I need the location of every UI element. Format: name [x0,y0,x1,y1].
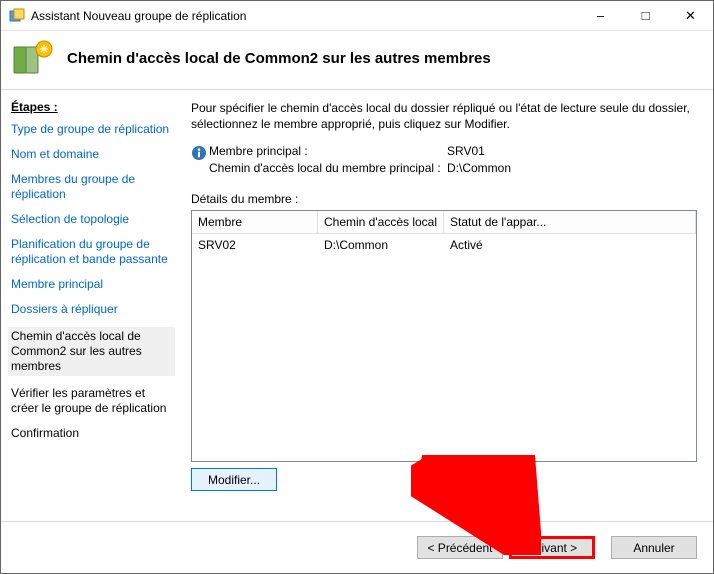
page-title: Chemin d'accès local de Common2 sur les … [67,50,491,67]
wizard-icon [11,37,53,79]
cell-membre: SRV02 [192,234,318,256]
next-button[interactable]: Suivant > [509,536,595,559]
minimize-button[interactable]: – [578,1,623,30]
main-panel: Pour spécifier le chemin d'accès local d… [183,90,713,521]
step-verifier: Vérifier les paramètres et créer le grou… [11,386,175,416]
window-title: Assistant Nouveau groupe de réplication [31,9,578,23]
table-row[interactable]: SRV02 D:\Common Activé [192,234,696,256]
details-label: Détails du membre : [191,192,697,206]
close-button[interactable]: ✕ [668,1,713,30]
step-dossiers[interactable]: Dossiers à répliquer [11,302,175,317]
col-membre[interactable]: Membre [192,211,318,234]
modifier-button[interactable]: Modifier... [191,468,277,491]
step-chemin-local[interactable]: Chemin d'accès local de Common2 sur les … [8,327,175,376]
principal-member-value: SRV01 [447,144,485,158]
instruction-text: Pour spécifier le chemin d'accès local d… [191,100,697,132]
step-planification[interactable]: Planification du groupe de réplication e… [11,237,175,267]
col-chemin[interactable]: Chemin d'accès local [318,211,444,234]
col-statut[interactable]: Statut de l'appar... [444,211,696,234]
cell-chemin: D:\Common [318,234,444,256]
step-membre-principal[interactable]: Membre principal [11,277,175,292]
info-icon [191,144,209,164]
principal-path-label: Chemin d'accès local du membre principal… [209,161,447,175]
previous-button[interactable]: < Précédent [417,536,503,559]
step-type-groupe[interactable]: Type de groupe de réplication [11,122,175,137]
wizard-footer: < Précédent Suivant > Annuler [1,521,713,573]
member-details-grid[interactable]: Membre Chemin d'accès local Statut de l'… [191,210,697,462]
app-icon [9,8,25,24]
principal-path-value: D:\Common [447,161,511,175]
step-topologie[interactable]: Sélection de topologie [11,212,175,227]
steps-sidebar: Étapes : Type de groupe de réplication N… [1,90,183,521]
principal-member-label: Membre principal : [209,144,447,158]
cancel-button[interactable]: Annuler [611,536,697,559]
wizard-body: Étapes : Type de groupe de réplication N… [1,90,713,521]
step-confirmation: Confirmation [11,426,175,441]
cell-statut: Activé [444,234,696,256]
wizard-window: Assistant Nouveau groupe de réplication … [0,0,714,574]
steps-heading: Étapes : [11,100,175,114]
maximize-button[interactable]: □ [623,1,668,30]
grid-header: Membre Chemin d'accès local Statut de l'… [192,211,696,234]
wizard-header: Chemin d'accès local de Common2 sur les … [1,31,713,90]
titlebar: Assistant Nouveau groupe de réplication … [1,1,713,31]
step-nom-domaine[interactable]: Nom et domaine [11,147,175,162]
step-membres[interactable]: Membres du groupe de réplication [11,172,175,202]
principal-info: Membre principal : SRV01 Chemin d'accès … [191,144,697,178]
window-controls: – □ ✕ [578,1,713,30]
